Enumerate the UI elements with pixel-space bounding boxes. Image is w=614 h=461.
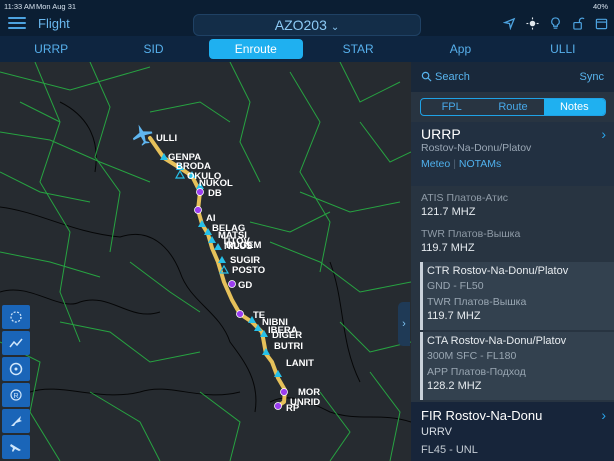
ctr-freq-label: TWR Платов-Вышка bbox=[427, 296, 527, 308]
segment-fpl[interactable]: FPL bbox=[421, 99, 482, 115]
airport-name: Rostov-Na-Donu/Platov bbox=[421, 142, 532, 154]
calendar-icon[interactable] bbox=[595, 17, 608, 30]
app-title: Flight bbox=[38, 16, 70, 31]
wheel-icon[interactable] bbox=[2, 357, 30, 381]
airplane-tail-icon[interactable] bbox=[2, 409, 30, 433]
search-bar: Search Sync bbox=[411, 62, 614, 92]
sun-icon[interactable] bbox=[526, 17, 539, 30]
top-toolbar bbox=[502, 17, 608, 31]
chevron-right-icon[interactable]: › bbox=[601, 407, 606, 423]
location-arrow-icon[interactable] bbox=[502, 17, 516, 31]
status-time: 11:33 AM bbox=[4, 2, 36, 11]
sync-button[interactable]: Sync bbox=[580, 71, 604, 83]
menu-icon[interactable] bbox=[8, 17, 26, 31]
ctr-limits: GND - FL50 bbox=[427, 280, 484, 292]
r-badge-icon[interactable]: R bbox=[2, 383, 30, 407]
battery-level: 40% bbox=[592, 2, 608, 11]
ctr-block: CTR Rostov-Na-Donu/Platov GND - FL50 TWR… bbox=[420, 262, 614, 330]
fir-card[interactable]: FIR Rostov-Na-Donu URRV FL45 - UNL › bbox=[411, 402, 614, 461]
tab-urrp[interactable]: URRP bbox=[0, 36, 102, 62]
tab-star[interactable]: STAR bbox=[307, 36, 409, 62]
status-date: Mon Aug 31 bbox=[36, 2, 77, 11]
twr-frequency: TWR Платов-Вышка 119.7 MHZ bbox=[421, 228, 521, 254]
wp-db: DB bbox=[208, 188, 222, 199]
trend-icon[interactable] bbox=[2, 331, 30, 355]
tab-sid[interactable]: SID bbox=[102, 36, 204, 62]
wp-gd: GD bbox=[238, 280, 252, 291]
fir-limits: FL45 - UNL bbox=[421, 444, 478, 456]
enroute-map[interactable]: ULLI GENPA BRODA OKULO NUKOL DB AI BELAG… bbox=[0, 62, 411, 461]
wp-rp: RP bbox=[286, 403, 300, 414]
airport-links: Meteo | NOTAMs bbox=[421, 158, 502, 170]
cta-block: CTA Rostov-Na-Donu/Platov 300M SFC - FL1… bbox=[420, 332, 614, 400]
airplane-icon bbox=[132, 124, 153, 146]
cta-title: CTA Rostov-Na-Donu/Platov bbox=[427, 335, 567, 347]
cta-freq-value: 128.2 MHZ bbox=[427, 380, 482, 392]
chevron-right-icon[interactable]: › bbox=[601, 126, 606, 142]
flight-selector[interactable]: AZO203 ⌄ bbox=[193, 14, 421, 36]
bulb-icon[interactable] bbox=[549, 17, 562, 30]
tab-enroute[interactable]: Enroute bbox=[205, 36, 307, 62]
unlock-icon[interactable] bbox=[572, 17, 585, 30]
fir-title: FIR Rostov-Na-Donu bbox=[421, 408, 543, 423]
notes-panel: Search Sync FPL Route Notes URRP Rostov-… bbox=[411, 62, 614, 461]
meteo-link[interactable]: Meteo bbox=[421, 158, 450, 170]
country-borders bbox=[0, 101, 411, 423]
search-button[interactable]: Search bbox=[435, 71, 470, 83]
tab-app[interactable]: App bbox=[409, 36, 511, 62]
wp-diger: DIGER bbox=[272, 330, 302, 341]
wp-lanit: LANIT bbox=[286, 358, 314, 369]
phase-tabs: URRP SID Enroute STAR App ULLI bbox=[0, 36, 614, 62]
top-bar: Flight AZO203 ⌄ bbox=[0, 12, 614, 36]
map-tools: R bbox=[2, 305, 30, 459]
tab-ulli[interactable]: ULLI bbox=[512, 36, 614, 62]
svg-text:R: R bbox=[14, 393, 19, 400]
panel-toggle-handle[interactable]: › bbox=[398, 302, 410, 346]
panel-segmented-control: FPL Route Notes bbox=[420, 98, 606, 116]
segment-route[interactable]: Route bbox=[482, 99, 543, 115]
airport-card[interactable]: URRP Rostov-Na-Donu/Platov Meteo | NOTAMs … bbox=[411, 122, 614, 186]
airport-code: URRP bbox=[421, 126, 461, 142]
flight-id: AZO203 bbox=[274, 17, 327, 33]
wp-butri: BUTRI bbox=[274, 341, 303, 352]
search-icon[interactable] bbox=[421, 71, 432, 82]
airways bbox=[0, 62, 411, 461]
cta-freq-label: APP Платов-Подход bbox=[427, 366, 526, 378]
ctr-freq-value: 119.7 MHZ bbox=[427, 310, 481, 322]
wp-rugem: RUGEM bbox=[226, 240, 261, 251]
wp-posto: POSTO bbox=[232, 265, 265, 276]
chevron-down-icon: ⌄ bbox=[330, 22, 340, 33]
segment-notes[interactable]: Notes bbox=[543, 99, 605, 115]
ctr-title: CTR Rostov-Na-Donu/Platov bbox=[427, 265, 569, 277]
map-canvas: ULLI GENPA BRODA OKULO NUKOL DB AI BELAG… bbox=[0, 62, 411, 461]
wp-ulli: ULLI bbox=[156, 133, 177, 144]
atis-frequency: ATIS Платов-Атис 121.7 MHZ bbox=[421, 192, 509, 218]
notams-link[interactable]: NOTAMs bbox=[459, 158, 501, 170]
cta-limits: 300M SFC - FL180 bbox=[427, 350, 517, 362]
crosshair-icon[interactable] bbox=[2, 305, 30, 329]
airplane-land-icon[interactable] bbox=[2, 435, 30, 459]
fir-code: URRV bbox=[421, 426, 452, 438]
status-bar: 11:33 AM Mon Aug 31 40% bbox=[0, 0, 614, 12]
